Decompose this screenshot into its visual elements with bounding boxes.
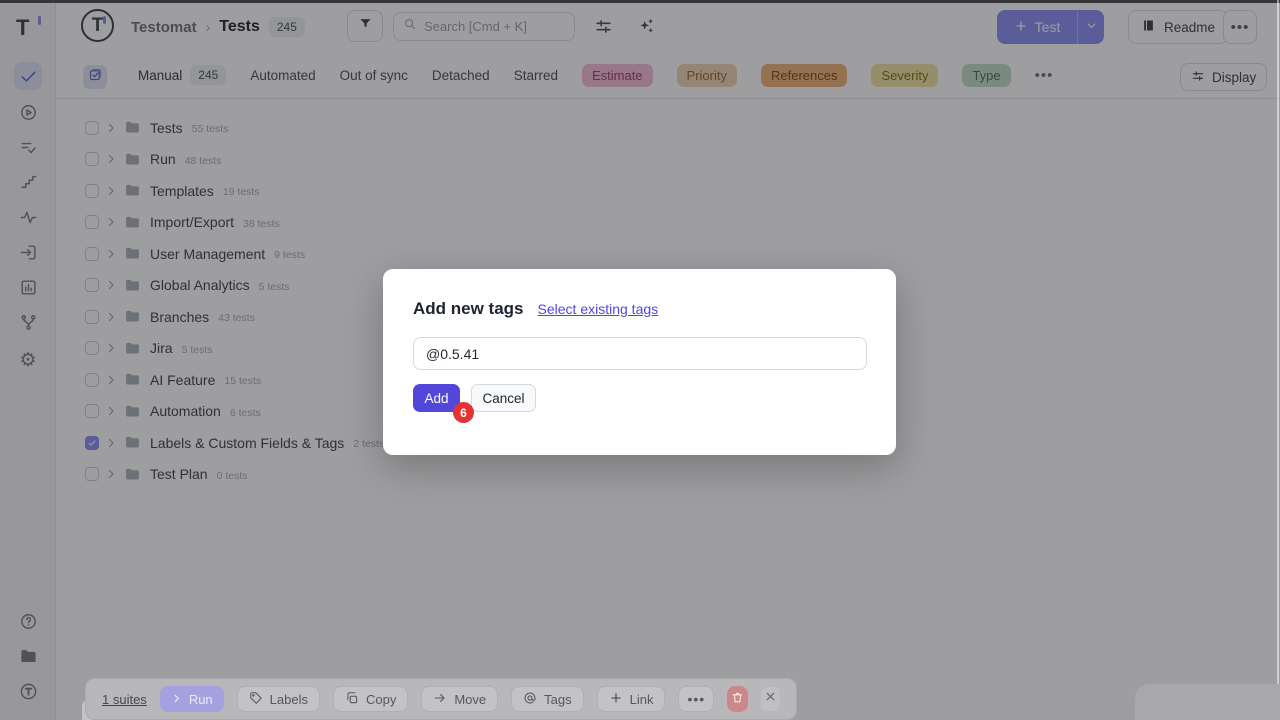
copy-button[interactable]: Copy — [333, 686, 408, 712]
select-existing-tags-link[interactable]: Select existing tags — [538, 301, 659, 317]
app-window: T ⚙ T Testomat › Tests 245 — [0, 0, 1280, 720]
tag-input[interactable] — [413, 337, 867, 370]
selected-suites-link[interactable]: 1 suites — [102, 692, 147, 707]
chevron-right-icon — [171, 692, 182, 707]
actionbar-close-button[interactable] — [761, 687, 780, 711]
at-icon — [523, 691, 537, 708]
tags-button[interactable]: Tags — [511, 686, 583, 712]
trash-icon — [731, 691, 744, 707]
window-edge-scrollbar — [1277, 0, 1279, 720]
bulk-action-bar: 1 suites Run Labels Copy Move Tags Link … — [85, 678, 797, 720]
run-button[interactable]: Run — [160, 686, 224, 712]
labels-button[interactable]: Labels — [237, 686, 320, 712]
modal-title: Add new tags — [413, 299, 524, 319]
step-annotation-badge: 6 — [453, 402, 474, 423]
chat-widget[interactable] — [1135, 684, 1280, 720]
tag-icon — [249, 691, 263, 708]
add-tags-modal: Add new tags Select existing tags Add Ca… — [383, 269, 896, 455]
copy-icon — [345, 691, 359, 708]
plus-icon — [609, 691, 623, 708]
cancel-button[interactable]: Cancel — [471, 384, 536, 412]
arrow-right-icon — [433, 691, 447, 708]
move-button[interactable]: Move — [421, 686, 498, 712]
delete-button[interactable] — [727, 686, 748, 712]
link-button[interactable]: Link — [597, 686, 666, 712]
actionbar-more-button[interactable]: ••• — [678, 686, 714, 712]
close-icon — [764, 690, 777, 708]
